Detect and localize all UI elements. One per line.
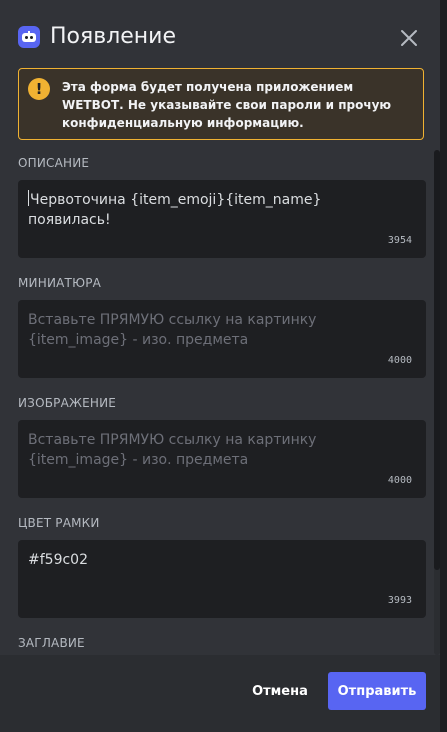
modal-footer: Отмена Отправить (0, 655, 440, 732)
field-label-border-color: ЦВЕТ РАМКИ (18, 516, 100, 530)
modal-dialog: Появление ! Эта форма будет получена при… (0, 0, 440, 732)
exclamation-icon: ! (28, 78, 50, 100)
close-button[interactable] (397, 26, 421, 50)
field-label-image: ИЗОБРАЖЕНИЕ (18, 396, 117, 410)
border-color-value: #f59c02 (28, 552, 88, 568)
bot-icon (18, 26, 40, 48)
border-color-field[interactable]: #f59c02 3993 (18, 540, 426, 618)
cancel-button[interactable]: Отмена (242, 672, 318, 710)
thumbnail-char-counter: 4000 (387, 355, 412, 366)
image-field[interactable]: Вставьте ПРЯМУЮ ссылку на картинку {item… (18, 420, 426, 498)
warning-text-before: Эта форма будет получена приложением (62, 80, 354, 94)
background-edge (440, 0, 447, 732)
modal-header: Появление (0, 0, 440, 64)
description-value: Червоточина {item_emoji}{item_name} появ… (28, 190, 388, 230)
field-label-description: ОПИСАНИЕ (18, 156, 90, 170)
warning-banner: ! Эта форма будет получена приложением W… (18, 68, 424, 140)
warning-text: Эта форма будет получена приложением WET… (62, 78, 417, 132)
form-content[interactable]: ОПИСАНИЕ Червоточина {item_emoji}{item_n… (0, 150, 440, 655)
warning-app-name: WETBOT (62, 98, 120, 112)
description-char-counter: 3954 (387, 235, 412, 246)
submit-button[interactable]: Отправить (328, 672, 426, 710)
thumbnail-placeholder: Вставьте ПРЯМУЮ ссылку на картинку {item… (28, 312, 317, 348)
thumbnail-field[interactable]: Вставьте ПРЯМУЮ ссылку на картинку {item… (18, 300, 426, 378)
description-value-text: Червоточина {item_emoji}{item_name} появ… (28, 192, 322, 228)
description-field[interactable]: Червоточина {item_emoji}{item_name} появ… (18, 180, 426, 258)
field-label-title: ЗАГЛАВИЕ (18, 636, 85, 650)
border-color-char-counter: 3993 (387, 595, 412, 606)
image-char-counter: 4000 (387, 475, 412, 486)
close-icon (401, 30, 417, 46)
modal-title: Появление (50, 24, 177, 49)
field-label-thumbnail: МИНИАТЮРА (18, 276, 102, 290)
image-placeholder: Вставьте ПРЯМУЮ ссылку на картинку {item… (28, 432, 317, 468)
